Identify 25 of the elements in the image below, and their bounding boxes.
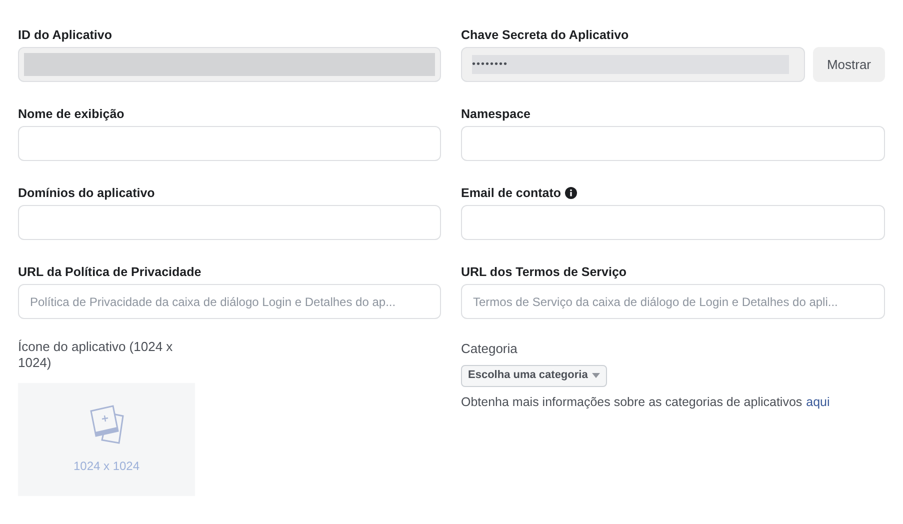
category-help-text: Obtenha mais informações sobre as categorias de aplicativos: [461, 394, 802, 411]
input-field[interactable]: Termos de Serviço da caixa de diálogo de Login e Detalhes do apli...: [461, 284, 885, 319]
field-label: Domínios do aplicativo: [18, 184, 155, 202]
field-label: Chave Secreta do Aplicativo: [461, 26, 629, 44]
field-label: Nome de exibição: [18, 106, 124, 123]
input-field[interactable]: [461, 205, 885, 240]
show-button[interactable]: Mostrar: [812, 47, 885, 82]
category-label: Categoria: [461, 340, 518, 358]
field-label: ID do Aplicativo: [18, 26, 112, 44]
field-label: URL da Política de Privacidade: [18, 264, 202, 281]
icon-label: Ícone do aplicativo (1024 x 1024): [18, 339, 174, 371]
category-dropdown[interactable]: Escolha uma categoria: [461, 364, 607, 386]
input-field[interactable]: [18, 47, 441, 82]
input-field[interactable]: [18, 205, 441, 240]
caret-icon: [592, 373, 600, 378]
field-label: URL dos Termos de Serviço: [461, 264, 627, 281]
field-label: Namespace: [461, 106, 530, 123]
secret-value: ••••••••: [472, 55, 789, 74]
field-label: Email de contato: [461, 184, 562, 202]
input-field[interactable]: [461, 126, 885, 161]
input-field[interactable]: ••••••••: [461, 47, 805, 82]
input-field[interactable]: Política de Privacidade da caixa de diálogo Login e Detalhes do ap...: [18, 284, 441, 319]
icon-size-text: 1024 x 1024: [73, 458, 140, 474]
input-field[interactable]: [18, 126, 441, 161]
here-link[interactable]: aqui: [806, 392, 830, 412]
